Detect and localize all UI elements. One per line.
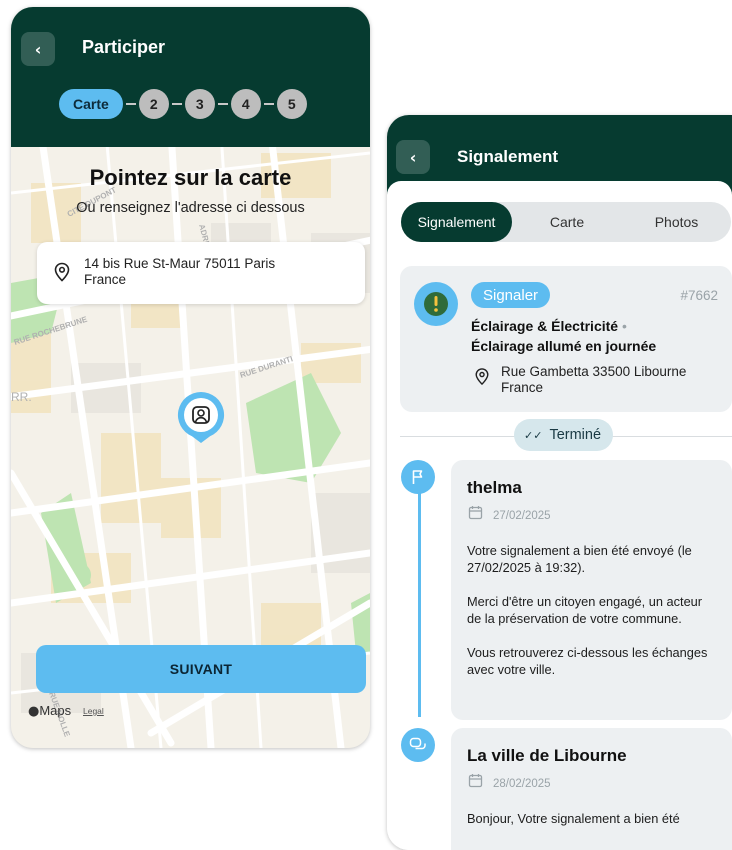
- app-header: ‹ Participer Carte 2 3 4 5: [11, 7, 370, 147]
- address-field[interactable]: 14 bis Rue St-Maur 75011 Paris France: [37, 242, 365, 304]
- maps-brand-text: Maps: [39, 703, 72, 718]
- message-body: Bonjour, Votre signalement a bien été: [467, 810, 717, 844]
- message-paragraph: Bonjour, Votre signalement a bien été: [467, 811, 680, 826]
- message-card: La ville de Libourne 28/02/2025 Bonjour,…: [451, 728, 732, 850]
- step-connector: [171, 103, 182, 105]
- message-card: thelma 27/02/2025 Votre signalement a bi…: [451, 460, 732, 720]
- apple-logo-icon: ●: [28, 704, 40, 719]
- back-chevron-icon[interactable]: ‹: [21, 32, 55, 66]
- report-address: Rue Gambetta 33500 Libourne France: [501, 364, 731, 396]
- step-connector: [263, 103, 274, 105]
- report-id: #7662: [680, 288, 718, 303]
- calendar-icon: [468, 506, 483, 520]
- tab-bar: Signalement Carte Photos: [401, 202, 731, 242]
- step-3[interactable]: 3: [184, 89, 215, 119]
- status-badge: ✓✓ Terminé: [514, 419, 614, 451]
- report-category: Éclairage & Électricité •: [471, 318, 627, 334]
- step-connector: [125, 103, 136, 105]
- status-text: Terminé: [549, 427, 602, 443]
- apple-maps-logo: ●Maps: [28, 703, 71, 719]
- step-4[interactable]: 4: [230, 89, 261, 119]
- message-body: Votre signalement a bien été envoyé (le …: [467, 542, 717, 695]
- address-value: 14 bis Rue St-Maur 75011 Paris France: [84, 256, 354, 288]
- step-5[interactable]: 5: [276, 89, 307, 119]
- separator-dot: •: [621, 318, 627, 334]
- step-2[interactable]: 2: [138, 89, 169, 119]
- message-paragraph: Vous retrouverez ci-dessous les échanges…: [467, 645, 708, 677]
- message-author: La ville de Libourne: [467, 746, 627, 765]
- map-heading: Pointez sur la carte: [89, 165, 292, 190]
- calendar-icon: [468, 774, 483, 788]
- chat-icon: [401, 728, 435, 762]
- report-subcategory: Éclairage allumé en journée: [471, 338, 657, 354]
- message-date: 27/02/2025: [493, 510, 551, 522]
- user-pin-icon[interactable]: [176, 390, 226, 444]
- address-line-1: 14 bis Rue St-Maur 75011 Paris: [84, 256, 276, 271]
- flag-icon: [401, 460, 435, 494]
- progress-stepper: Carte 2 3 4 5: [59, 89, 307, 119]
- message-date: 28/02/2025: [493, 778, 551, 790]
- back-chevron-icon[interactable]: ‹: [396, 140, 430, 174]
- report-address-line-1: Rue Gambetta 33500 Libourne: [501, 364, 687, 379]
- alert-icon: [414, 282, 458, 326]
- step-1-active[interactable]: Carte: [59, 89, 123, 119]
- tab-carte[interactable]: Carte: [512, 202, 622, 242]
- category-text: Éclairage & Électricité: [471, 318, 619, 334]
- tab-photos[interactable]: Photos: [622, 202, 731, 242]
- legal-link[interactable]: Legal: [83, 706, 104, 716]
- page-title: Participer: [82, 37, 166, 57]
- next-button[interactable]: SUIVANT: [36, 645, 366, 693]
- double-check-icon: ✓✓: [524, 428, 543, 442]
- message-paragraph: Votre signalement a bien été envoyé (le …: [467, 543, 692, 575]
- signaler-badge: Signaler: [471, 282, 551, 308]
- timeline-line: [418, 477, 421, 717]
- tab-signalement[interactable]: Signalement: [401, 202, 512, 242]
- report-address-line-2: France: [501, 380, 544, 395]
- location-pin-icon: [475, 368, 489, 386]
- participer-screen: CITÉ DUPONT ADRESSE RUE ROCHEBRUNE RUE D…: [11, 7, 370, 748]
- step-connector: [217, 103, 228, 105]
- signalement-screen: ‹ Signalement Signalement Carte Photos S…: [387, 115, 732, 850]
- report-summary-card: Signaler #7662 Éclairage & Électricité •…: [400, 266, 732, 412]
- message-paragraph: Merci d'être un citoyen engagé, un acteu…: [467, 594, 703, 626]
- message-author: thelma: [467, 478, 522, 497]
- map-subheading: Ou renseignez l'adresse ci dessous: [76, 200, 305, 216]
- address-line-2: France: [84, 272, 127, 287]
- page-title: Signalement: [457, 147, 559, 166]
- location-pin-icon: [54, 262, 70, 282]
